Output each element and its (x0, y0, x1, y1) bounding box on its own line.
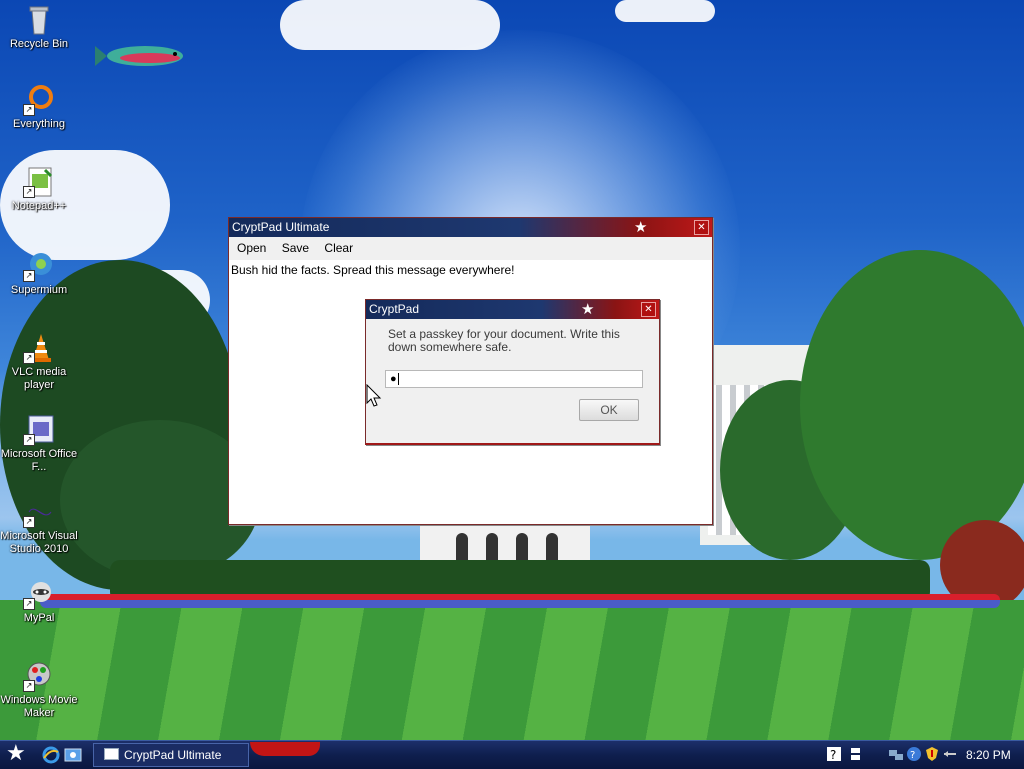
document-text: Bush hid the facts. Spread this message … (231, 263, 515, 277)
dialog-titlebar[interactable]: CryptPad ★ ✕ (366, 300, 659, 319)
show-desktop-icon[interactable] (64, 746, 82, 764)
shortcut-arrow-icon: ↗ (23, 270, 35, 282)
close-icon[interactable]: ✕ (694, 220, 709, 235)
shortcut-arrow-icon: ↗ (23, 598, 35, 610)
desktop-icon-everything[interactable]: ↗ Everything (0, 84, 78, 131)
passkey-input[interactable]: ● (385, 370, 643, 388)
close-icon[interactable]: ✕ (641, 302, 656, 317)
mouse-cursor-icon (366, 384, 382, 407)
dialog-title: CryptPad (369, 302, 420, 316)
desktop-icon-supermium[interactable]: ↗ Supermium (0, 250, 78, 297)
svg-text:?: ? (830, 748, 836, 762)
fish-icon (95, 46, 183, 66)
desktop-icon-notepad-plus-plus[interactable]: ↗ Notepad++ (0, 166, 78, 213)
star-icon: ★ (581, 301, 595, 318)
shortcut-arrow-icon: ↗ (23, 516, 35, 528)
shortcut-arrow-icon: ↗ (23, 104, 35, 116)
dialog-body: Set a passkey for your document. Write t… (366, 319, 659, 443)
mypal-raccoon-icon: ↗ (23, 578, 55, 610)
desktop-icon-label: VLC media player (11, 366, 67, 391)
star-icon: ★ (634, 219, 648, 236)
desktop-icon-label: MyPal (23, 612, 55, 624)
desktop-icon-visual-studio[interactable]: ↗ Microsoft Visual Studio 2010 (0, 496, 78, 556)
main-menubar: Open Save Clear (229, 237, 712, 260)
taskbar-button-cryptpad-ultimate[interactable]: CryptPad Ultimate (93, 743, 249, 767)
shortcut-arrow-icon: ↗ (23, 680, 35, 692)
visual-studio-icon: ↗ (23, 496, 55, 528)
menu-open[interactable]: Open (237, 241, 266, 255)
passkey-dialog: CryptPad ★ ✕ Set a passkey for your docu… (365, 299, 660, 445)
passkey-value: ● (390, 373, 397, 385)
desktop-icon-label: Notepad++ (11, 200, 67, 212)
flower-bed (40, 594, 1000, 608)
white-house-portico (420, 525, 590, 560)
main-window-title: CryptPad Ultimate (232, 220, 330, 234)
window-icon (104, 748, 119, 760)
shortcut-arrow-icon: ↗ (23, 186, 35, 198)
language-bar-icon[interactable] (848, 746, 864, 762)
vlc-cone-icon: ↗ (23, 332, 55, 364)
update-icon[interactable]: ? (906, 746, 922, 762)
internet-explorer-icon[interactable] (42, 746, 60, 764)
lawn (0, 600, 1024, 740)
start-button[interactable]: ★ (6, 742, 26, 766)
cloud (280, 0, 500, 50)
svg-text:?: ? (910, 750, 915, 761)
desktop-icon-label: Microsoft Office F... (0, 448, 78, 473)
taskbar: ★ CryptPad Ultimate ? ? 8:20 PM (0, 740, 1024, 769)
desktop-icon-label: Everything (13, 118, 65, 130)
dialog-message: Set a passkey for your document. Write t… (388, 327, 620, 354)
shortcut-arrow-icon: ↗ (23, 352, 35, 364)
desktop-icon-vlc[interactable]: ↗ VLC media player (0, 332, 78, 392)
office-icon: ↗ (23, 414, 55, 446)
desktop-icon-label: Supermium (10, 284, 68, 296)
supermium-icon: ↗ (23, 250, 55, 282)
desktop-icon-microsoft-office[interactable]: ↗ Microsoft Office F... (0, 414, 78, 474)
notepad-plus-plus-icon: ↗ (23, 166, 55, 198)
menu-clear[interactable]: Clear (324, 241, 353, 255)
desktop-icon-label: Windows Movie Maker (0, 694, 78, 719)
desktop-icon-label: Recycle Bin (9, 38, 69, 50)
flag-decoration (250, 742, 320, 756)
movie-maker-icon: ↗ (23, 660, 55, 692)
taskbar-button-label: CryptPad Ultimate (124, 748, 222, 762)
shortcut-arrow-icon: ↗ (23, 434, 35, 446)
star-icon: ★ (6, 741, 26, 766)
tree (800, 250, 1024, 560)
desktop-icon-mypal[interactable]: ↗ MyPal (0, 578, 78, 625)
cloud (615, 0, 715, 22)
desktop-icon-recycle-bin[interactable]: Recycle Bin (0, 4, 78, 51)
help-icon[interactable]: ? (826, 746, 842, 762)
taskbar-clock[interactable]: 8:20 PM (966, 741, 1011, 769)
desktop-icon-label: Microsoft Visual Studio 2010 (0, 530, 78, 555)
network-icon[interactable] (888, 746, 904, 762)
security-shield-icon[interactable] (924, 746, 940, 762)
volume-icon[interactable] (942, 746, 958, 762)
everything-icon: ↗ (23, 84, 55, 116)
desktop-icon-windows-movie-maker[interactable]: ↗ Windows Movie Maker (0, 660, 78, 720)
ok-button[interactable]: OK (579, 399, 639, 421)
main-window-titlebar[interactable]: CryptPad Ultimate ★ ✕ (229, 218, 712, 237)
menu-save[interactable]: Save (282, 241, 309, 255)
recycle-bin-icon (23, 4, 55, 36)
